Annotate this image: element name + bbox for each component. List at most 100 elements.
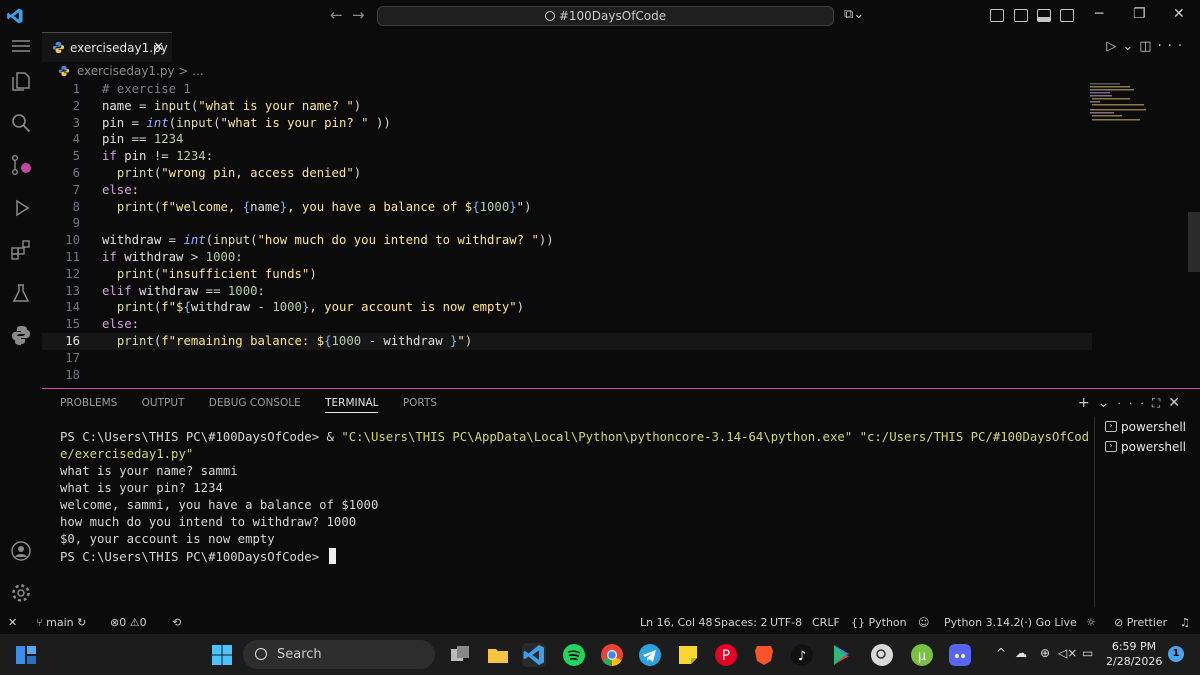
search-sidebar-icon[interactable] (10, 112, 32, 134)
braces-icon: {} (851, 616, 865, 629)
brave-icon[interactable] (752, 643, 776, 667)
python-interpreter[interactable]: Python 3.14.2 (944, 616, 1021, 629)
vscode-logo-icon[interactable] (6, 7, 24, 25)
play-store-icon[interactable] (830, 643, 854, 667)
terminal-instance[interactable]: › powershell (1095, 417, 1200, 437)
toggle-panel-icon[interactable] (1037, 9, 1051, 22)
cursor-position[interactable]: Ln 16, Col 48 (640, 616, 713, 629)
task-view-icon[interactable] (448, 643, 472, 667)
breadcrumb[interactable]: exerciseday1.py > ... (58, 64, 204, 78)
taskbar-clock[interactable]: 6:59 PM 2/28/2026 (1106, 639, 1162, 669)
terminal-prompt: PS C:\Users\THIS PC\#100DaysOfCode> (60, 550, 327, 564)
minimize-icon[interactable]: ─ (1095, 6, 1103, 22)
branch-status[interactable]: ⑂ main ↻ (36, 616, 86, 629)
code-line: 5 if pin != 1234: (72, 149, 214, 164)
testing-icon[interactable] (10, 282, 32, 304)
customize-layout-icon[interactable] (990, 9, 1004, 22)
terminal-line: what is your pin? 1234 (60, 481, 223, 495)
broadcast-icon: (·) (1020, 616, 1033, 629)
sticky-notes-icon[interactable] (676, 643, 700, 667)
code-line: 14 print(f"${withdraw - 1000}, your acco… (65, 300, 525, 315)
close-window-icon[interactable]: ✕ (1173, 6, 1185, 22)
command-center-search[interactable]: #100DaysOfCode (377, 6, 834, 26)
check-icon: ⊘ (1114, 616, 1124, 629)
warning-count: 0 (139, 616, 147, 629)
tab-problems[interactable]: PROBLEMS (60, 397, 117, 412)
tab-terminal[interactable]: TERMINAL (325, 397, 379, 413)
copilot-icon[interactable]: ⧉⌄ (844, 7, 864, 22)
copilot-status-icon[interactable]: ☺ (918, 616, 929, 629)
accounts-icon[interactable] (10, 540, 32, 562)
go-live[interactable]: (·) Go Live (1020, 616, 1077, 629)
python-extension-icon[interactable] (10, 324, 32, 346)
terminal-line: $0, your account is now empty (60, 532, 275, 546)
extensions-icon[interactable] (10, 239, 32, 261)
utorrent-icon[interactable]: µ (910, 643, 934, 667)
code-line: 10 withdraw = int(input("how much do you … (65, 233, 554, 248)
tab-exerciseday1[interactable]: exerciseday1.py ✕ (42, 32, 172, 62)
indentation[interactable]: Spaces: 2 (714, 616, 767, 629)
feedback-icon[interactable]: ☼ (1086, 616, 1096, 629)
svg-text:P: P (722, 648, 730, 664)
discord-icon[interactable] (948, 643, 972, 667)
back-arrow-icon[interactable]: ← (330, 6, 343, 24)
tiktok-icon[interactable]: ♪ (790, 643, 814, 667)
tab-ports[interactable]: PORTS (403, 397, 437, 412)
widgets-icon[interactable] (14, 643, 38, 667)
encoding[interactable]: UTF-8 (770, 616, 802, 629)
tab-debug-console[interactable]: DEBUG CONSOLE (209, 397, 301, 412)
notification-badge[interactable]: 1 (1168, 646, 1184, 662)
battery-icon[interactable]: ▭ (1082, 646, 1093, 660)
telegram-icon[interactable] (638, 643, 662, 667)
close-panel-icon[interactable]: ✕ (1168, 395, 1188, 411)
vscode-taskbar-icon[interactable] (522, 643, 546, 667)
spotify-icon[interactable] (562, 643, 586, 667)
maximize-panel-icon[interactable]: ⛶ (1152, 396, 1168, 410)
problems-status[interactable]: ⊗0 ⚠0 (110, 616, 147, 629)
toggle-primary-sidebar-icon[interactable] (1014, 9, 1028, 22)
run-debug-icon[interactable] (10, 197, 32, 219)
search-app-icon[interactable] (870, 643, 894, 667)
restore-icon[interactable]: ❐ (1133, 6, 1146, 22)
split-editor-icon[interactable]: ◫ (1139, 39, 1157, 54)
notifications-bell-icon[interactable]: ♫ (1180, 616, 1190, 629)
chrome-icon[interactable] (600, 643, 624, 667)
branch-icon: ⑂ (36, 616, 43, 629)
terminal-exe-path: "C:\Users\THIS PC\AppData\Local\Python\p… (341, 430, 853, 444)
panel-tabs: PROBLEMS OUTPUT DEBUG CONSOLE TERMINAL P… (60, 397, 458, 413)
forward-arrow-icon[interactable]: → (352, 6, 365, 24)
toggle-secondary-sidebar-icon[interactable] (1060, 9, 1074, 22)
explorer-icon[interactable] (10, 70, 32, 92)
minimap[interactable] (1090, 82, 1160, 122)
editor-scrollbar[interactable] (1188, 212, 1200, 272)
search-icon (255, 648, 267, 660)
tab-close-icon[interactable]: ✕ (153, 33, 164, 63)
pinterest-icon[interactable]: P (714, 643, 738, 667)
terminal-output[interactable]: PS C:\Users\THIS PC\#100DaysOfCode> & "C… (60, 429, 1090, 566)
language-mode[interactable]: {} Python (851, 616, 907, 629)
network-icon[interactable]: ⊕ (1040, 646, 1050, 660)
onedrive-icon[interactable]: ☁ (1015, 646, 1027, 660)
new-terminal-icon[interactable]: +⌄ (1078, 395, 1117, 411)
terminal-instance[interactable]: › powershell (1095, 437, 1200, 457)
prettier-status[interactable]: ⊘ Prettier (1114, 616, 1167, 629)
panel-more-icon[interactable]: ··· (1117, 397, 1152, 410)
line-ending[interactable]: CRLF (812, 616, 840, 629)
volume-icon[interactable]: ◁× (1058, 646, 1077, 660)
svg-text:♪: ♪ (798, 649, 806, 664)
run-python-file-icon[interactable]: ▷⌄ (1106, 39, 1139, 54)
tab-output[interactable]: OUTPUT (142, 397, 185, 412)
settings-gear-icon[interactable] (10, 582, 32, 604)
code-line: 1 # exercise 1 (72, 82, 191, 96)
more-actions-icon[interactable]: ··· (1158, 39, 1188, 54)
error-icon: ⊗ (110, 616, 120, 629)
history-icon[interactable]: ⟲ (172, 616, 181, 629)
menu-icon[interactable] (10, 39, 32, 53)
source-control-icon[interactable] (10, 154, 32, 176)
file-explorer-icon[interactable] (486, 643, 510, 667)
windows-start-icon[interactable] (210, 643, 234, 667)
taskbar-search[interactable]: Search (243, 640, 435, 669)
show-hidden-icons-icon[interactable]: ^ (996, 646, 1006, 660)
code-editor[interactable]: 1 # exercise 1 2 name = input("what is you… (42, 81, 1092, 383)
remote-icon[interactable]: ✕ (8, 616, 17, 629)
